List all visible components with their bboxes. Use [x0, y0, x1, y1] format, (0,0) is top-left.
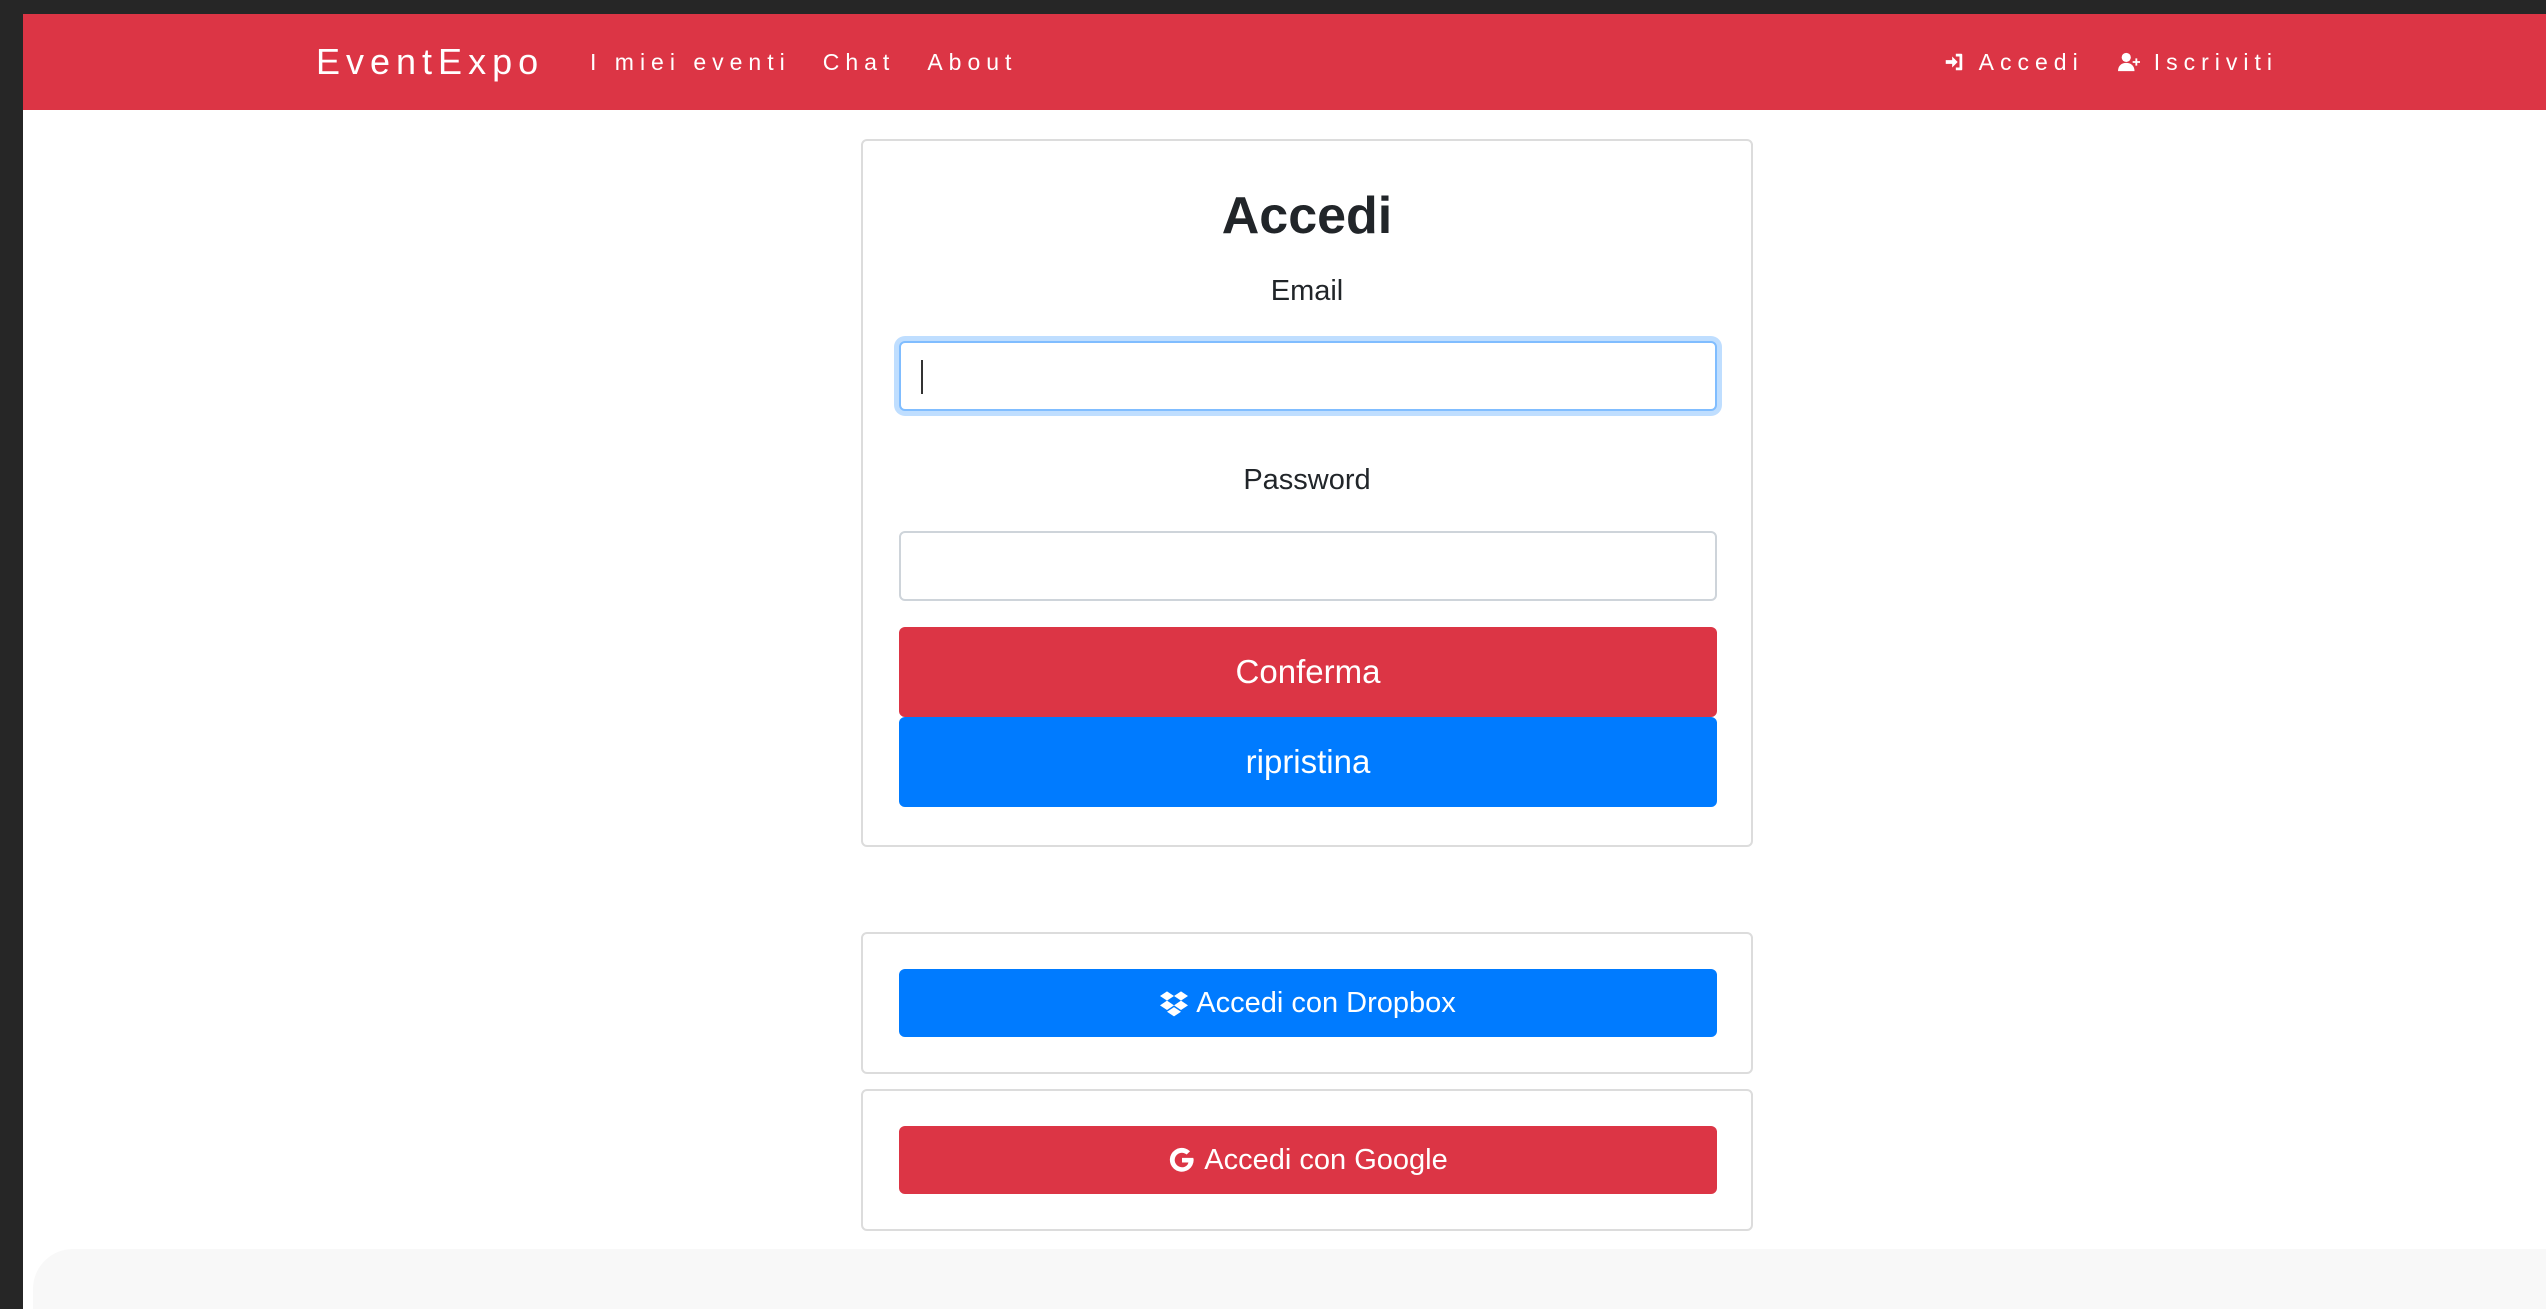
nav-link-about[interactable]: About: [927, 49, 1017, 76]
nav-link-chat[interactable]: Chat: [823, 49, 896, 76]
email-input[interactable]: [899, 341, 1717, 411]
confirm-button[interactable]: Conferma: [899, 627, 1717, 717]
password-label: Password: [1243, 464, 1371, 496]
nav-login-link[interactable]: Accedi: [1943, 49, 2084, 76]
dropbox-login-button[interactable]: Accedi con Dropbox: [899, 969, 1717, 1037]
password-input[interactable]: [899, 531, 1717, 601]
sign-in-icon: [1945, 53, 1962, 71]
top-navbar: EventExpo I miei eventi Chat About Acced…: [23, 14, 2546, 110]
google-login-button[interactable]: Accedi con Google: [899, 1126, 1717, 1194]
nav-auth-links: Accedi Iscriviti: [1943, 14, 2278, 110]
reset-button[interactable]: ripristina: [899, 717, 1717, 807]
brand-logo[interactable]: EventExpo: [316, 14, 544, 110]
nav-links: I miei eventi Chat About: [590, 14, 1017, 110]
dropbox-login-card: Accedi con Dropbox: [861, 932, 1753, 1074]
dropbox-icon: [1160, 991, 1189, 1017]
google-login-label: Accedi con Google: [1204, 1143, 1448, 1176]
google-login-card: Accedi con Google: [861, 1089, 1753, 1231]
google-icon: [1170, 1147, 1194, 1172]
nav-login-label: Accedi: [1978, 48, 2084, 75]
browser-viewport: EventExpo I miei eventi Chat About Acced…: [23, 14, 2546, 1309]
user-plus-icon: [2117, 52, 2140, 72]
nav-signup-label: Iscriviti: [2153, 48, 2278, 75]
login-title: Accedi: [1221, 187, 1393, 245]
email-label: Email: [1270, 275, 1344, 307]
footer-area: [33, 1249, 2546, 1309]
text-caret: [921, 360, 923, 394]
nav-link-my-events[interactable]: I miei eventi: [590, 49, 791, 76]
nav-signup-link[interactable]: Iscriviti: [2117, 48, 2278, 76]
dropbox-login-label: Accedi con Dropbox: [1196, 986, 1456, 1019]
login-card: Accedi Email Password Conferma ripristin…: [861, 139, 1753, 847]
